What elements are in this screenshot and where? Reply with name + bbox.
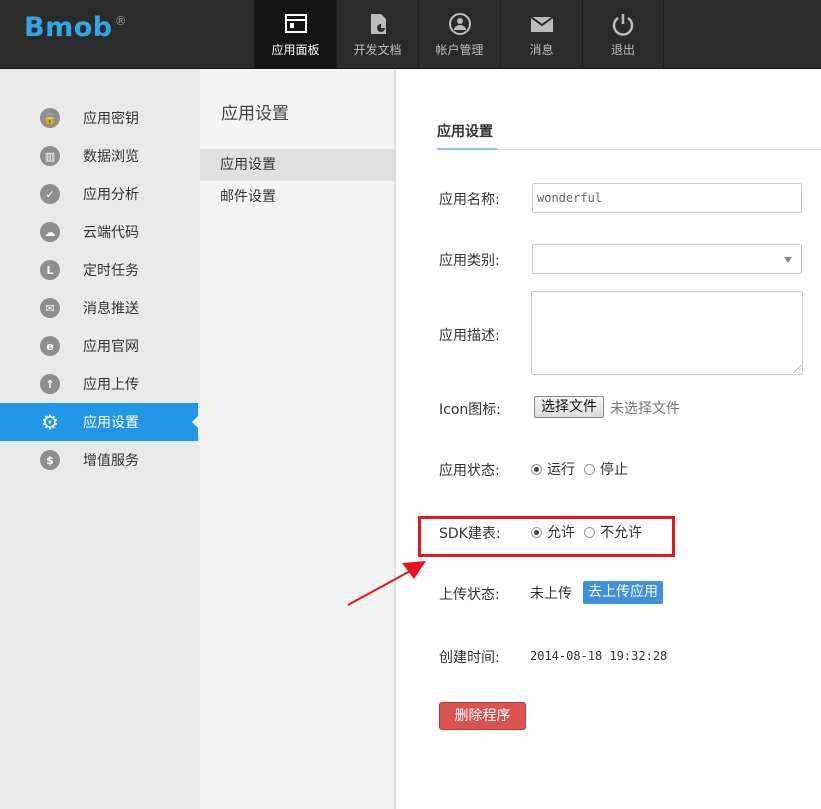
- upload-app-button[interactable]: 去上传应用: [583, 581, 663, 604]
- app-name-label: 应用名称:: [439, 192, 500, 208]
- subnav-item-mail-settings[interactable]: 邮件设置: [200, 181, 394, 213]
- sdk-table-radio-group: 允许 不允许: [531, 522, 651, 542]
- resize-grip-icon[interactable]: [793, 365, 801, 373]
- sidebar-item-push[interactable]: ✉ 消息推送: [0, 289, 200, 327]
- gear-icon: ⚙: [41, 410, 59, 434]
- document-icon: [364, 10, 392, 38]
- app-desc-textarea[interactable]: [531, 291, 803, 375]
- sidebar-item-scheduled-tasks[interactable]: L 定时任务: [0, 251, 200, 289]
- registered-mark: ®: [114, 14, 128, 28]
- sidebar-item-label: 消息推送: [83, 301, 139, 317]
- sidebar-item-label: 应用密钥: [83, 111, 139, 127]
- envelope-icon: ✉: [40, 298, 60, 318]
- nav-item-logout[interactable]: 退出: [582, 0, 664, 69]
- app-desc-label: 应用描述:: [439, 328, 500, 344]
- nav-item-account[interactable]: 帐户管理: [418, 0, 500, 69]
- nav-label: 帐户管理: [435, 43, 484, 57]
- top-nav: 应用面板 开发文档 帐户管理 消息 退出: [254, 0, 664, 69]
- subnav-item-app-settings[interactable]: 应用设置: [200, 149, 394, 181]
- file-status-text: 未选择文件: [610, 401, 680, 417]
- app-state-radio-group: 运行 停止: [531, 459, 637, 479]
- sdk-deny-label[interactable]: 不允许: [600, 522, 642, 542]
- state-stopped-radio[interactable]: [584, 463, 595, 475]
- sidebar-item-upload[interactable]: ↑ 应用上传: [0, 365, 200, 403]
- top-bar: Bmob ® 应用面板 开发文档 帐户管理 消息 退出: [0, 0, 821, 69]
- sidebar-item-label: 定时任务: [83, 263, 139, 279]
- state-stopped-label[interactable]: 停止: [600, 459, 628, 479]
- check-icon: ✓: [40, 184, 60, 204]
- sdk-allow-radio[interactable]: [531, 526, 542, 538]
- sidebar-item-data-browse[interactable]: ▥ 数据浏览: [0, 137, 200, 175]
- icon-label: Icon图标:: [439, 402, 501, 418]
- sidebar-item-label: 增值服务: [83, 453, 139, 469]
- sdk-deny-radio[interactable]: [584, 526, 595, 538]
- sidebar-item-cloud-code[interactable]: ☁ 云端代码: [0, 213, 200, 251]
- nav-label: 开发文档: [353, 43, 402, 57]
- sdk-allow-label[interactable]: 允许: [547, 522, 575, 542]
- sidebar-item-settings[interactable]: ⚙ 应用设置: [0, 403, 199, 441]
- cloud-icon: ☁: [40, 222, 60, 242]
- nav-item-messages[interactable]: 消息: [500, 0, 582, 69]
- state-running-radio[interactable]: [531, 463, 542, 475]
- chevron-down-icon: [784, 257, 792, 263]
- dashboard-icon: [282, 10, 310, 38]
- app-state-label: 应用状态:: [439, 463, 500, 479]
- sidebar-list: 🔒 应用密钥 ▥ 数据浏览 ✓ 应用分析 ☁ 云端代码 L 定时任务 ✉ 消息推…: [0, 69, 200, 479]
- app-type-select[interactable]: [532, 244, 802, 274]
- created-time-label: 创建时间:: [439, 650, 500, 666]
- state-running-label[interactable]: 运行: [547, 459, 575, 479]
- nav-label: 消息: [529, 43, 554, 57]
- tab-app-settings[interactable]: 应用设置: [437, 117, 497, 150]
- power-icon: [609, 10, 637, 38]
- upload-state-label: 上传状态:: [439, 587, 500, 603]
- main-content: 应用设置 应用名称: wonderful 应用类别: 应用描述: Icon图标:…: [398, 69, 821, 809]
- sidebar-item-label: 数据浏览: [83, 149, 139, 165]
- nav-label: 应用面板: [271, 43, 320, 57]
- app-name-input[interactable]: wonderful: [532, 183, 802, 213]
- sidebar-item-label: 应用分析: [83, 187, 139, 203]
- created-time-value: 2014-08-18 19:32:28: [530, 649, 668, 663]
- nav-item-docs[interactable]: 开发文档: [336, 0, 418, 69]
- upload-icon: ↑: [40, 374, 60, 394]
- bmob-logo[interactable]: Bmob ®: [24, 12, 127, 43]
- sidebar-item-label: 应用上传: [83, 377, 139, 393]
- sidebar: 🔒 应用密钥 ▥ 数据浏览 ✓ 应用分析 ☁ 云端代码 L 定时任务 ✉ 消息推…: [0, 69, 200, 809]
- nav-item-dashboard[interactable]: 应用面板: [254, 0, 336, 69]
- subnav-title: 应用设置: [221, 104, 289, 124]
- sidebar-item-app-keys[interactable]: 🔒 应用密钥: [0, 99, 200, 137]
- sidebar-item-analytics[interactable]: ✓ 应用分析: [0, 175, 200, 213]
- sidebar-item-value-added[interactable]: $ 增值服务: [0, 441, 200, 479]
- nav-label: 退出: [610, 43, 635, 57]
- choose-file-button[interactable]: 选择文件: [534, 396, 604, 418]
- tab-bar: 应用设置: [437, 117, 821, 150]
- clock-icon: L: [40, 260, 60, 280]
- sidebar-item-label: 应用官网: [83, 339, 139, 355]
- sidebar-item-label: 云端代码: [83, 225, 139, 241]
- app-type-label: 应用类别:: [439, 253, 500, 269]
- lock-icon: 🔒: [40, 108, 60, 128]
- mail-icon: [528, 10, 556, 38]
- chart-icon: ▥: [40, 146, 60, 166]
- subnav: 应用设置 应用设置 邮件设置: [200, 69, 396, 809]
- dollar-icon: $: [40, 450, 60, 470]
- logo-text: Bmob: [24, 12, 113, 43]
- sdk-table-label: SDK建表:: [439, 526, 501, 542]
- upload-status-text: 未上传: [530, 586, 572, 602]
- delete-app-button[interactable]: 删除程序: [439, 702, 526, 730]
- sidebar-item-label: 应用设置: [83, 415, 139, 431]
- browser-icon: e: [40, 336, 60, 356]
- sidebar-item-website[interactable]: e 应用官网: [0, 327, 200, 365]
- account-icon: [446, 10, 474, 38]
